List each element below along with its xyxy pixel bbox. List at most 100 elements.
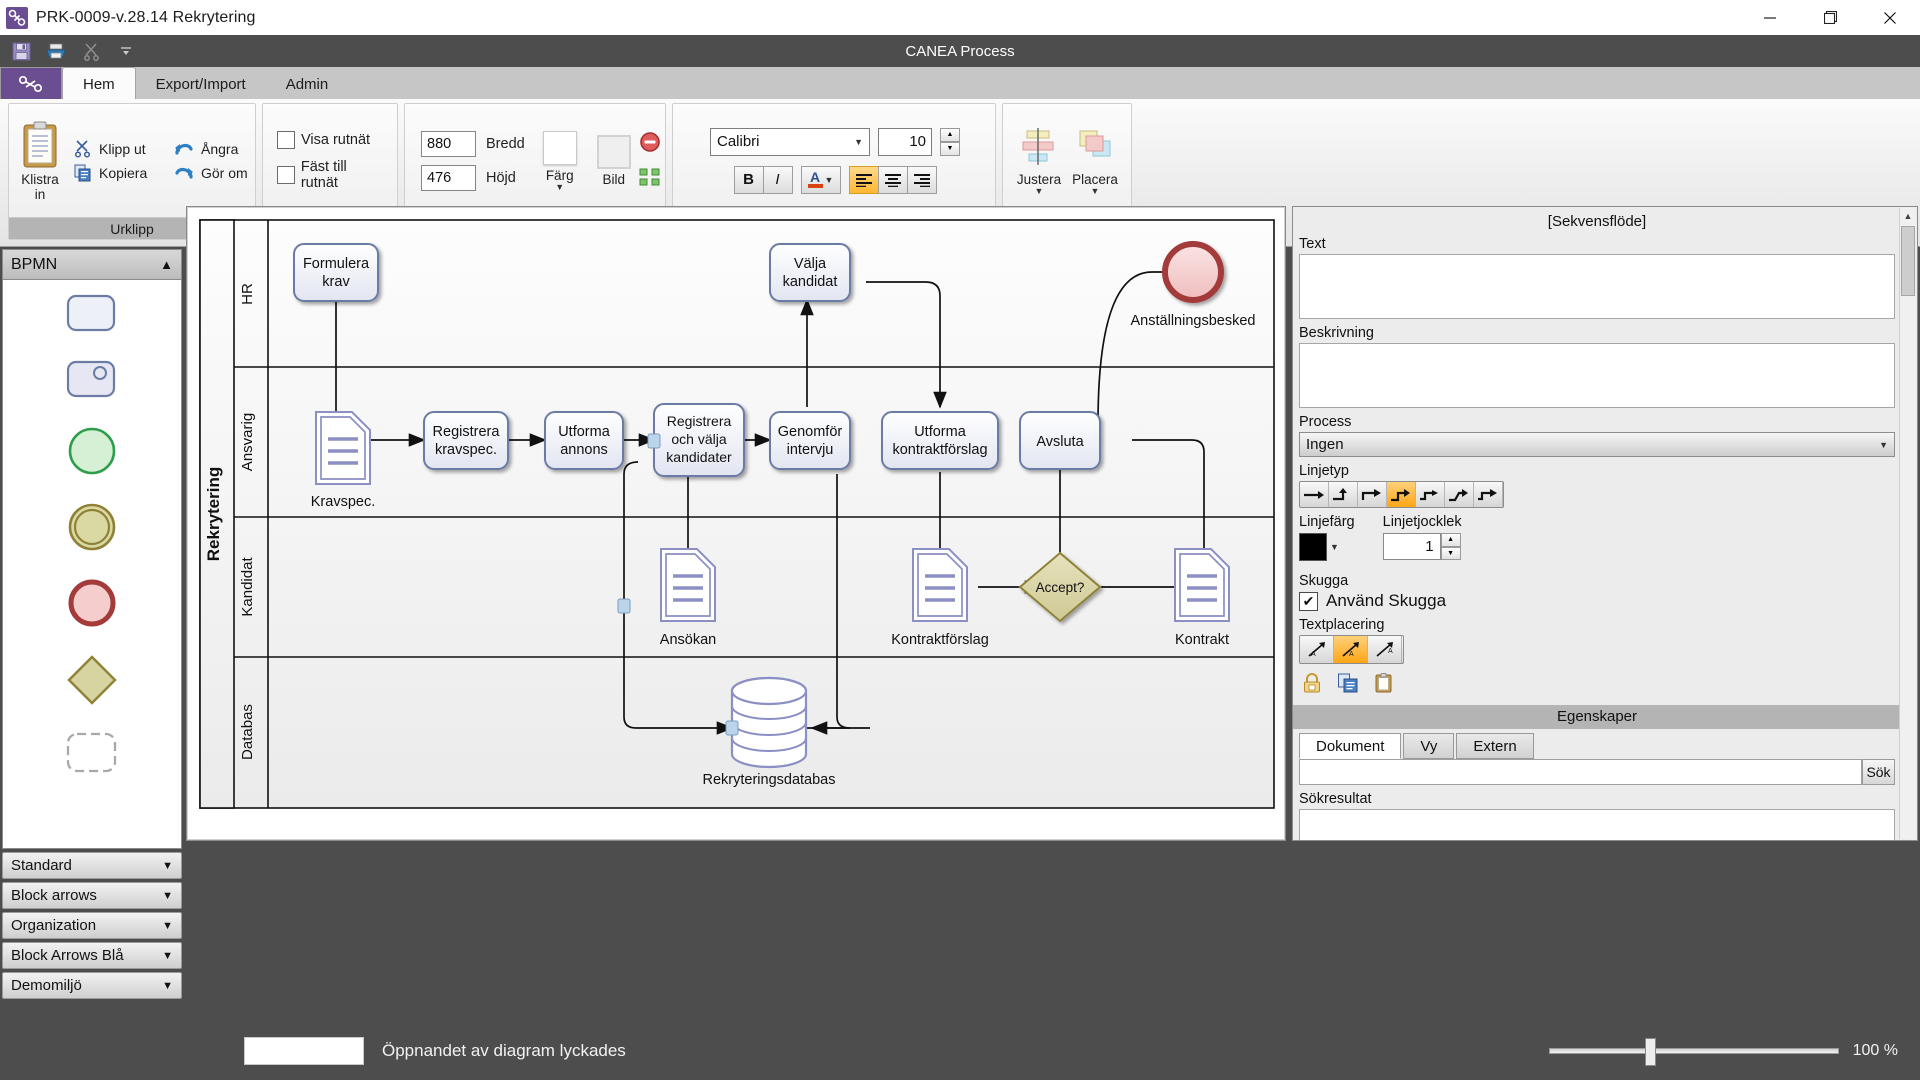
stencil-block-arrows[interactable]: Block arrows ▼ (2, 882, 182, 909)
linetype-straight-icon[interactable] (1300, 482, 1329, 507)
shape-subprocess[interactable] (66, 360, 118, 405)
paste-icon[interactable] (1373, 672, 1395, 699)
shape-gateway[interactable] (66, 654, 118, 711)
font-size-input[interactable]: 10 (878, 128, 932, 156)
linewidth-down[interactable]: ▼ (1441, 547, 1461, 561)
linewidth-up[interactable]: ▲ (1441, 533, 1461, 547)
font-family-select[interactable]: Calibri ▼ (710, 128, 870, 156)
canvas-color-button[interactable]: Färg ▼ (541, 129, 579, 193)
scroll-up-arrow[interactable]: ▲ (1900, 208, 1916, 225)
document-kravspec[interactable] (316, 412, 370, 484)
document-kontraktforslag[interactable] (913, 549, 967, 621)
bpmn-diagram[interactable]: Rekrytering HR Ansvarig Kandidat Databas (192, 212, 1280, 835)
textplacement-middle-icon[interactable]: A (1334, 636, 1368, 663)
cut-icon[interactable] (78, 39, 104, 63)
scroll-thumb[interactable] (1901, 226, 1915, 296)
search-result-box[interactable] (1299, 809, 1895, 841)
task-genomfor-intervju[interactable] (770, 412, 850, 469)
diagram-canvas-surface[interactable]: Rekrytering HR Ansvarig Kandidat Databas (192, 212, 1280, 835)
text-field[interactable] (1299, 254, 1895, 319)
tab-admin[interactable]: Admin (266, 69, 349, 100)
canvas-height-input[interactable]: 476 (421, 165, 476, 191)
canvas-width-input[interactable]: 880 (421, 131, 476, 157)
shape-intermediate-event[interactable] (67, 502, 117, 557)
snap-to-grid-checkbox[interactable]: Fäst till rutnät (275, 154, 389, 196)
linecolor-swatch[interactable] (1299, 533, 1327, 561)
copy-button[interactable]: Kopiera (69, 161, 169, 185)
font-size-up[interactable]: ▲ (940, 128, 960, 142)
linetype-step1-icon[interactable] (1416, 482, 1445, 507)
undo-button[interactable]: Ångra (169, 137, 269, 161)
align-left-icon[interactable] (849, 166, 879, 194)
search-input[interactable] (1299, 759, 1862, 785)
connection-handle[interactable] (648, 434, 660, 448)
tab-export-import[interactable]: Export/Import (136, 69, 266, 100)
tab-vy[interactable]: Vy (1403, 733, 1454, 759)
end-event-anstallningsbesked[interactable] (1165, 244, 1221, 300)
linewidth-input[interactable]: 1 (1383, 533, 1441, 560)
task-valja-kandidat[interactable] (770, 244, 850, 301)
linetype-step2-icon[interactable] (1445, 482, 1474, 507)
fit-image-icon[interactable] (639, 168, 661, 191)
textplacement-start-icon[interactable]: A (1300, 636, 1334, 663)
task-utforma-annons[interactable] (545, 412, 623, 469)
task-utforma-kontraktforslag[interactable] (882, 412, 998, 469)
process-select[interactable]: Ingen ▼ (1299, 432, 1895, 457)
cut-button[interactable]: Klipp ut (69, 137, 169, 161)
maximize-button[interactable] (1800, 0, 1860, 35)
tab-extern[interactable]: Extern (1456, 733, 1533, 759)
document-ansokan[interactable] (661, 549, 715, 621)
align-center-icon[interactable] (878, 166, 908, 194)
stencil-organization[interactable]: Organization ▼ (2, 912, 182, 939)
shape-start-event[interactable] (67, 426, 117, 481)
save-icon[interactable] (8, 39, 34, 63)
tab-dokument[interactable]: Dokument (1299, 733, 1401, 759)
diagram-canvas[interactable]: Rekrytering HR Ansvarig Kandidat Databas (186, 206, 1286, 841)
linetype-step3-icon[interactable] (1474, 482, 1503, 507)
canvas-image-button[interactable]: Bild (595, 133, 633, 189)
bold-button[interactable]: B (734, 166, 764, 194)
linetype-elbow-right-icon[interactable] (1358, 482, 1387, 507)
redo-button[interactable]: Gör om (169, 161, 269, 185)
properties-vertical-scrollbar[interactable]: ▲ (1899, 208, 1916, 839)
font-size-down[interactable]: ▼ (940, 142, 960, 156)
shadow-checkbox[interactable]: ✔ (1299, 592, 1318, 611)
shape-end-event[interactable] (67, 578, 117, 633)
font-size-stepper[interactable]: ▲ ▼ (940, 128, 960, 156)
align-right-icon[interactable] (907, 166, 937, 194)
stencil-block-arrows-bla[interactable]: Block Arrows Blå ▼ (2, 942, 182, 969)
zoom-slider-thumb[interactable] (1645, 1038, 1656, 1066)
linewidth-stepper[interactable]: ▲ ▼ (1441, 533, 1461, 560)
align-button[interactable]: Justera ▼ (1011, 125, 1067, 197)
status-input-field[interactable] (244, 1037, 364, 1065)
copy-icon[interactable] (1337, 672, 1359, 699)
task-registrera-kravspec[interactable] (424, 412, 508, 469)
data-store-rekryteringsdatabas[interactable] (732, 678, 806, 767)
task-formulera-krav[interactable] (294, 244, 378, 301)
print-icon[interactable] (43, 39, 69, 63)
place-button[interactable]: Placera ▼ (1067, 125, 1123, 197)
font-color-button[interactable]: A ▼ (801, 166, 841, 194)
connection-handle[interactable] (618, 599, 630, 613)
shape-palette-header[interactable]: BPMN ▲ (3, 250, 181, 280)
paste-button[interactable]: Klistra in (17, 117, 63, 204)
document-kontrakt[interactable] (1175, 549, 1229, 621)
textplacement-end-icon[interactable]: A (1368, 636, 1402, 663)
search-button[interactable]: Sök (1862, 759, 1895, 785)
shape-task[interactable] (66, 294, 118, 339)
connection-handle[interactable] (726, 721, 738, 735)
close-button[interactable] (1860, 0, 1920, 35)
chevron-up-icon[interactable]: ▲ (160, 257, 173, 272)
tab-hem[interactable]: Hem (62, 67, 136, 100)
minimize-button[interactable] (1740, 0, 1800, 35)
remove-image-icon[interactable] (639, 131, 661, 158)
lock-icon[interactable] (1301, 672, 1323, 699)
linetype-zigzag-icon[interactable] (1387, 482, 1416, 507)
chevron-down-icon[interactable]: ▼ (1330, 543, 1339, 551)
customize-qat-icon[interactable] (113, 39, 139, 63)
stencil-demomiljo[interactable]: Demomiljö ▼ (2, 972, 182, 999)
description-field[interactable] (1299, 343, 1895, 408)
italic-button[interactable]: I (763, 166, 793, 194)
shape-group[interactable] (66, 732, 118, 779)
app-menu-button[interactable] (0, 67, 62, 100)
